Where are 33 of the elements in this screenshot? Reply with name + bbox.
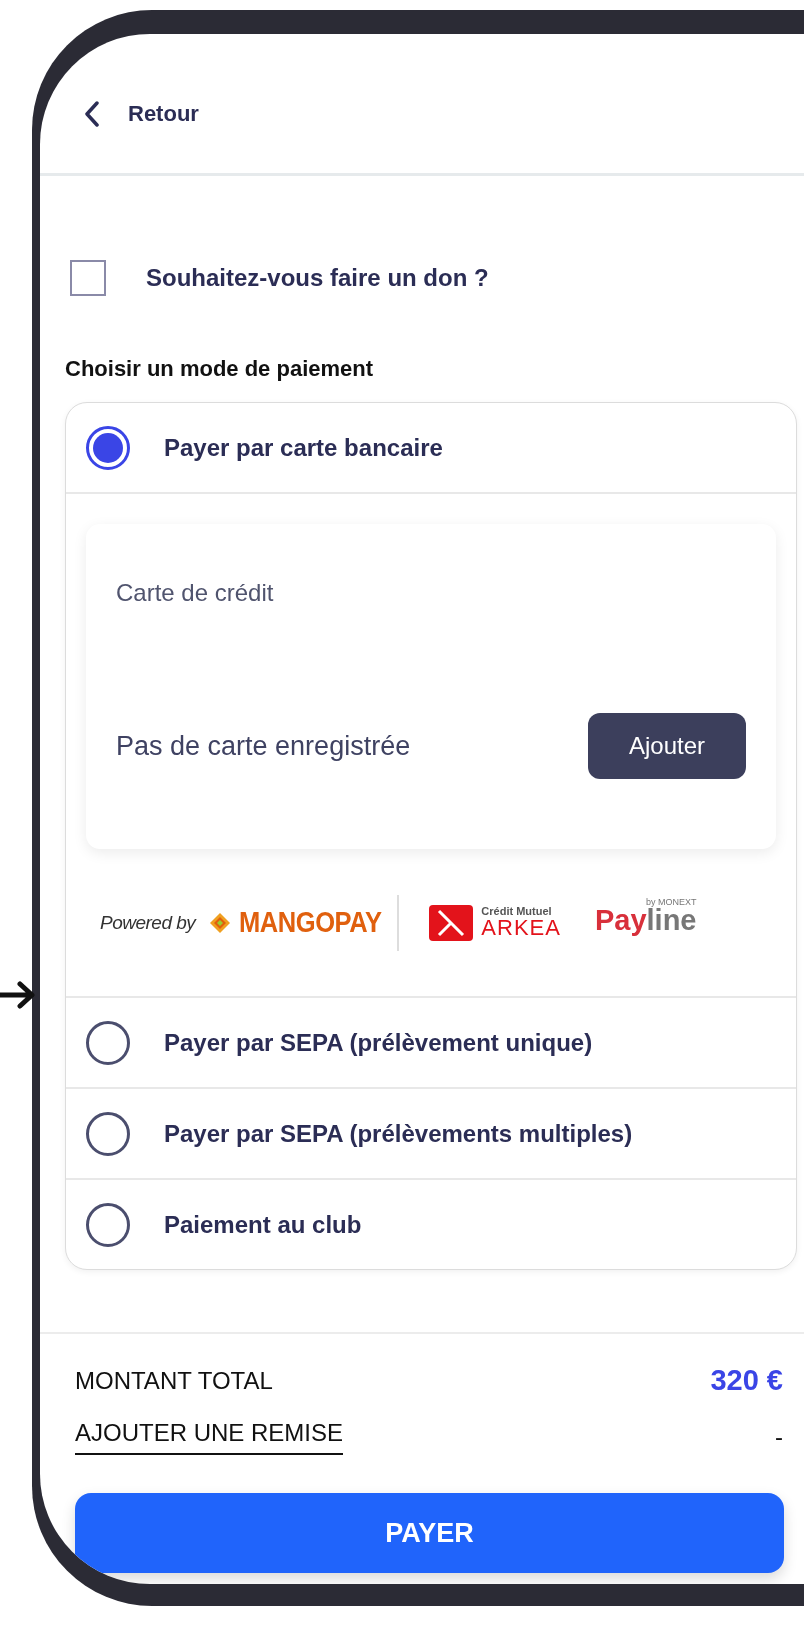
discount-value: - xyxy=(775,1423,783,1451)
donation-label: Souhaitez-vous faire un don ? xyxy=(146,264,489,292)
payment-option[interactable]: Payer par carte bancaire xyxy=(66,403,796,492)
total-label: MONTANT TOTAL xyxy=(75,1366,273,1395)
option-label: Paiement au club xyxy=(164,1210,362,1239)
option-label: Payer par carte bancaire xyxy=(164,433,443,462)
payment-option[interactable]: Payer par SEPA (prélèvement unique) xyxy=(66,996,796,1087)
radio-button[interactable] xyxy=(86,1020,130,1065)
radio-button[interactable] xyxy=(86,1202,130,1247)
section-title: Choisir un mode de paiement xyxy=(65,356,375,382)
back-button[interactable]: Retour xyxy=(84,101,199,127)
arkea-logo-icon xyxy=(429,904,474,941)
chevron-left-icon xyxy=(84,101,100,127)
option-label: Payer par SEPA (prélèvement unique) xyxy=(164,1028,593,1057)
radio-button[interactable] xyxy=(86,425,130,470)
arkea-subtitle: Crédit Mutuel xyxy=(481,906,553,917)
donation-checkbox[interactable] xyxy=(70,260,106,296)
powered-by-text: Powered by xyxy=(100,911,196,934)
payline-byline: by MONEXT xyxy=(646,898,697,908)
pay-button[interactable]: PAYER xyxy=(75,1493,784,1573)
add-discount-link[interactable]: AJOUTER UNE REMISE xyxy=(75,1419,344,1455)
diamond-logo-icon xyxy=(209,911,232,934)
panel-title: Carte de crédit xyxy=(116,579,275,607)
radio-button[interactable] xyxy=(86,1111,130,1156)
mangopay-logo: MANGOPAY xyxy=(239,906,382,939)
option-label: Payer par SEPA (prélèvements multiples) xyxy=(164,1119,633,1148)
empty-message: Pas de carte enregistrée xyxy=(116,730,411,762)
arkea-logo: ARKEA xyxy=(481,917,561,939)
payment-option[interactable]: Payer par SEPA (prélèvements multiples) xyxy=(66,1087,796,1178)
arrow-icon xyxy=(0,980,36,1010)
payment-option[interactable]: Paiement au club xyxy=(66,1178,796,1269)
total-amount: 320 € xyxy=(710,1364,783,1397)
add-button[interactable]: Ajouter xyxy=(588,713,746,779)
